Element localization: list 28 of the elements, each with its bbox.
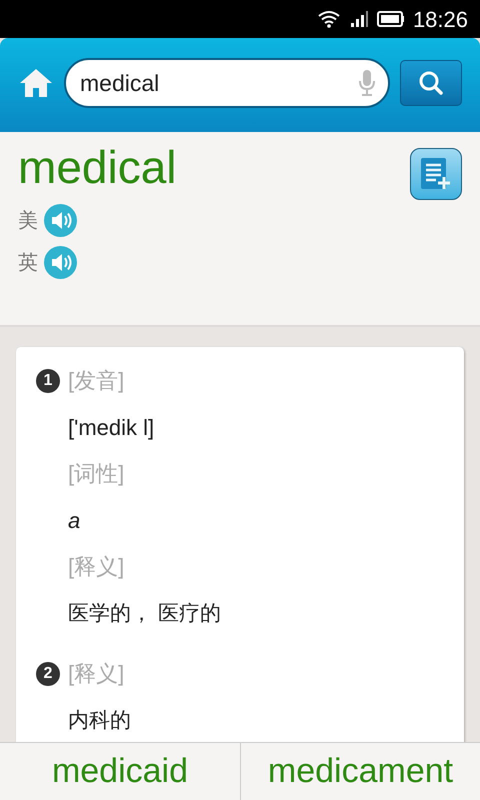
search-icon <box>418 70 444 96</box>
microphone-icon[interactable] <box>358 69 376 97</box>
signal-icon <box>348 10 369 28</box>
add-to-wordbook-button[interactable] <box>410 148 462 200</box>
clock: 18:26 <box>412 6 468 34</box>
field-value: 医学的， 医疗的 <box>68 601 221 627</box>
field-value: 内科的 <box>68 708 131 734</box>
field-label: [释义] <box>68 553 126 581</box>
field-value: a <box>68 507 82 535</box>
speaker-icon[interactable] <box>44 246 77 279</box>
sense-number: 2 <box>36 662 60 686</box>
field-label: [释义] <box>68 660 126 688</box>
home-icon[interactable] <box>18 67 54 99</box>
search-field[interactable]: medical <box>64 58 390 108</box>
field-label: [发音] <box>68 367 126 395</box>
list-add-icon <box>420 157 452 191</box>
related-word-button[interactable]: medicaid <box>0 743 240 800</box>
headword: medical <box>18 140 177 195</box>
speaker-icon[interactable] <box>44 204 77 237</box>
battery-icon <box>376 11 405 27</box>
field-value: ['medik l] <box>68 414 156 442</box>
wifi-icon <box>316 10 341 28</box>
accent-label: 美 <box>18 208 38 234</box>
accent-label: 英 <box>18 250 38 276</box>
related-word-button[interactable]: medicament <box>240 743 480 800</box>
search-button[interactable] <box>400 60 462 106</box>
field-label: [词性] <box>68 460 126 488</box>
sense-number: 1 <box>36 369 60 393</box>
